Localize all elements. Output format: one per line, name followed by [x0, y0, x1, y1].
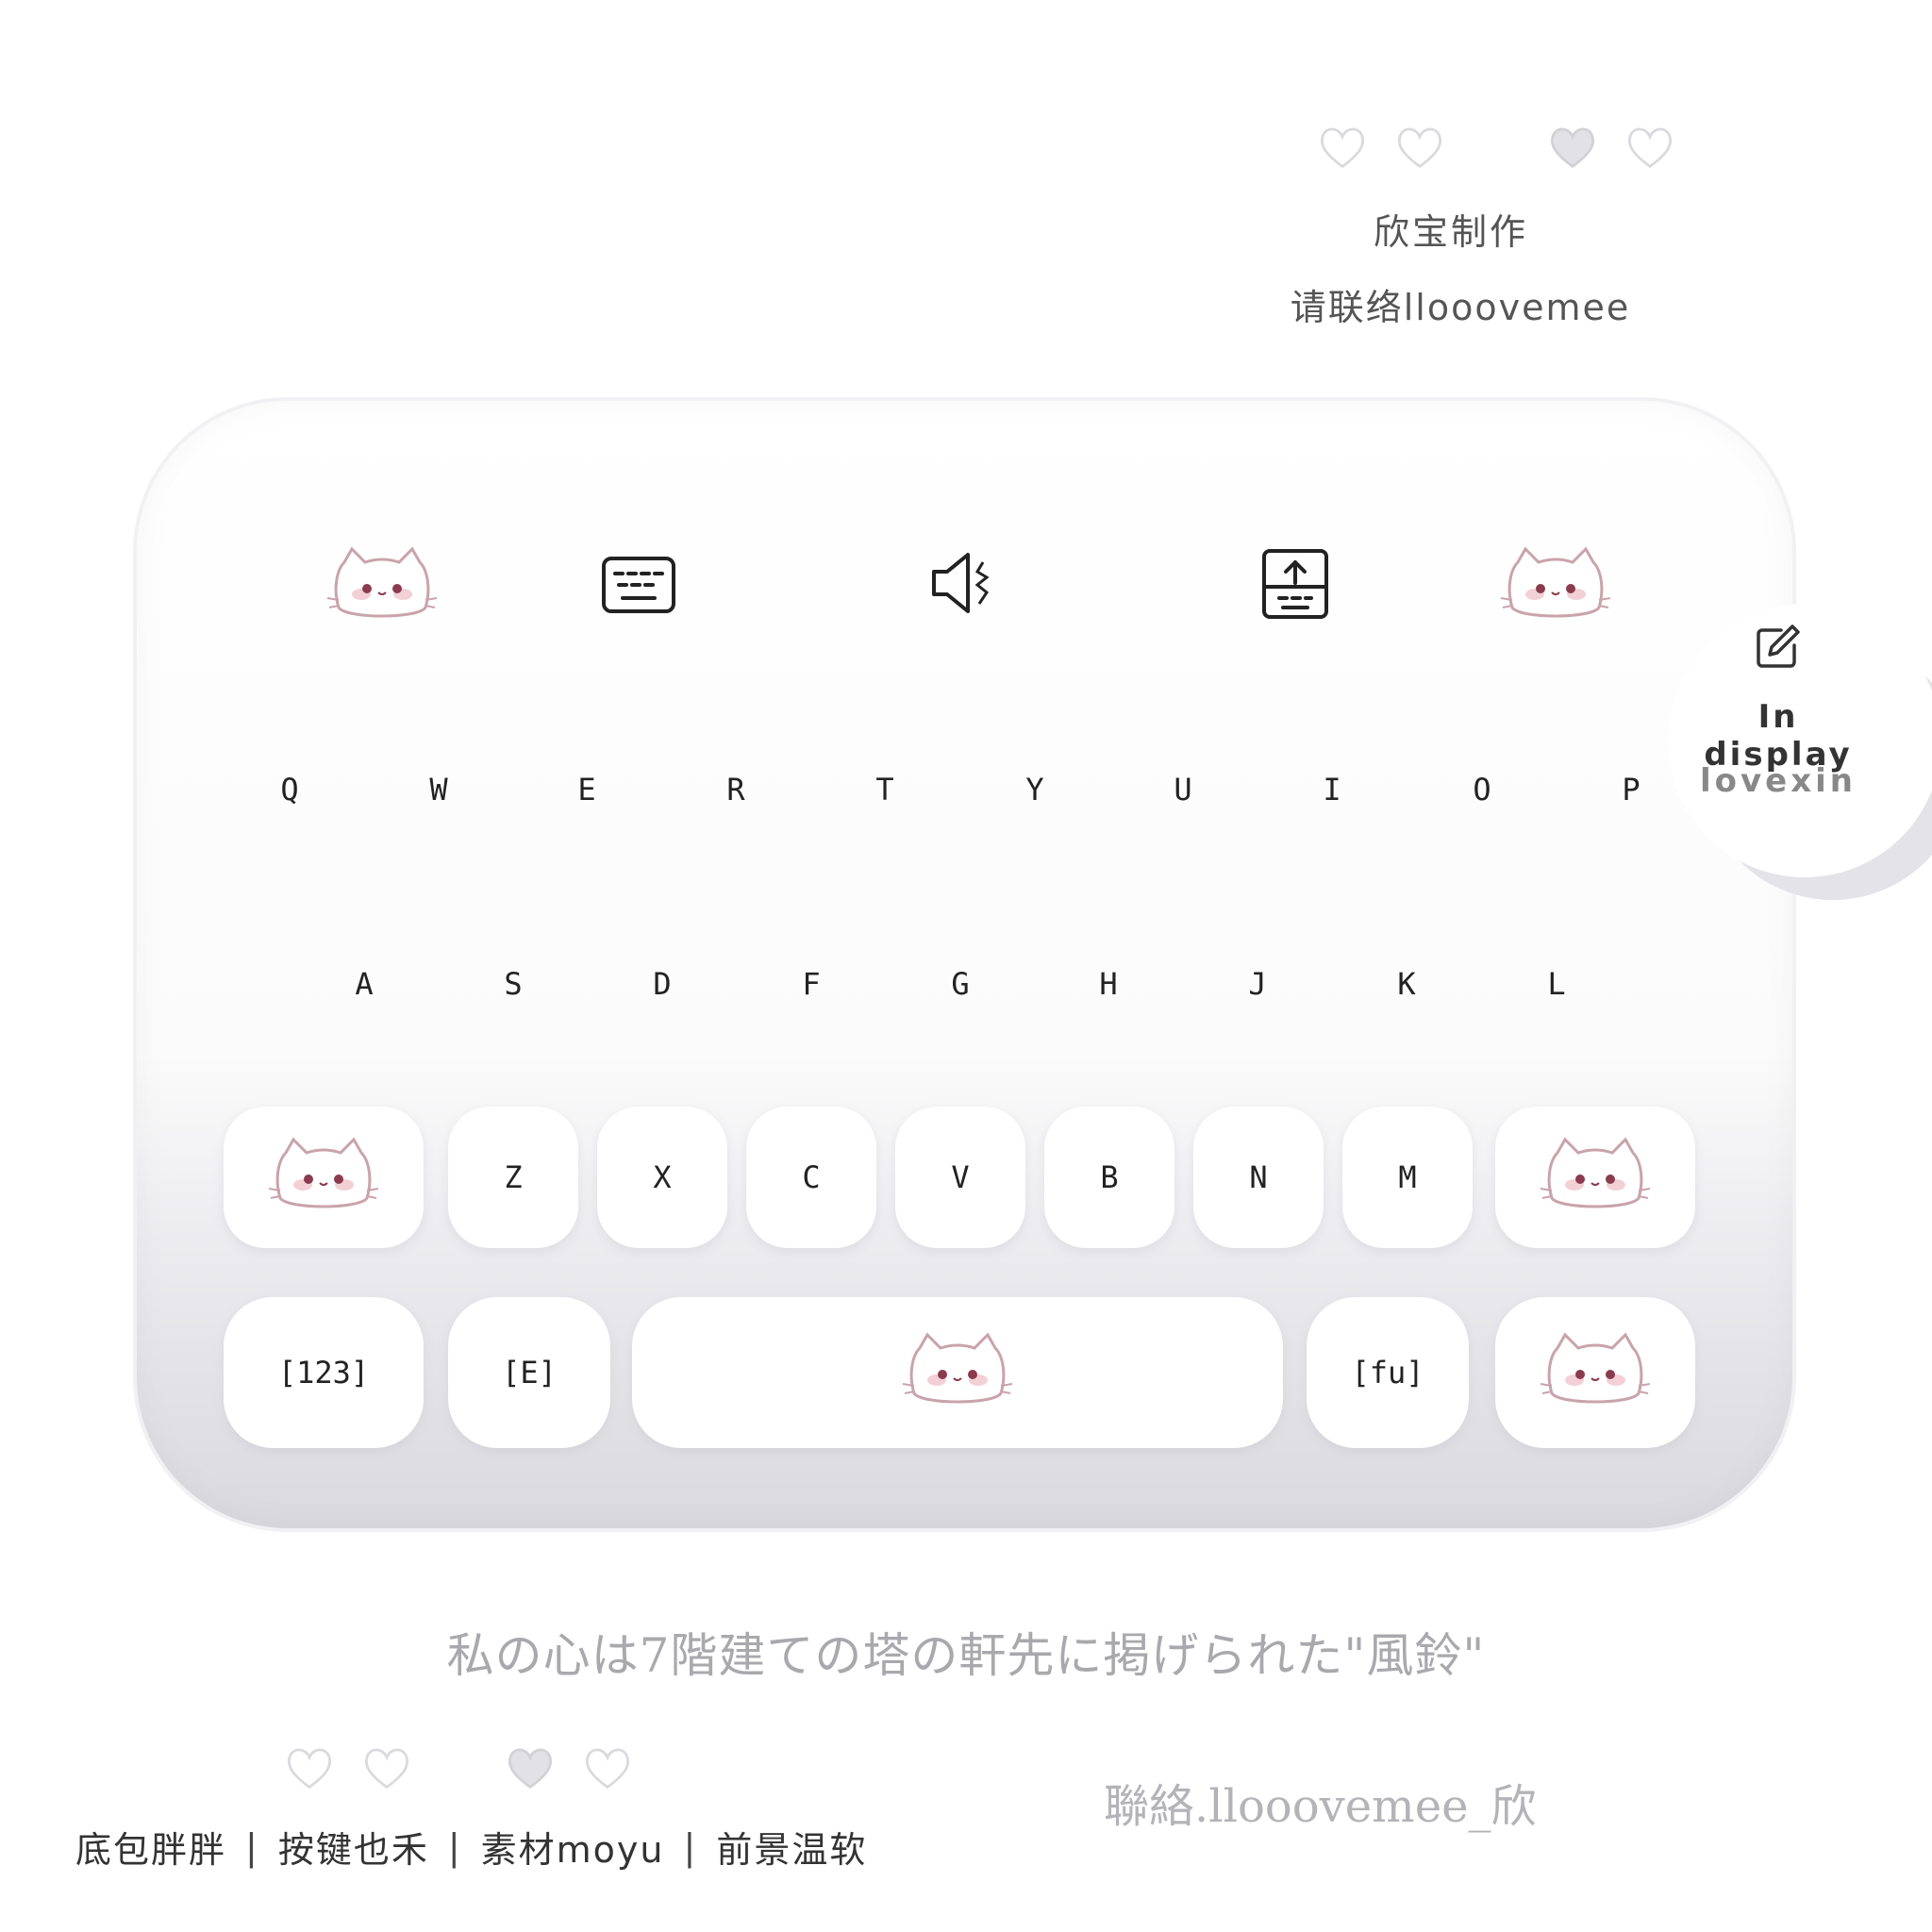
delete-key[interactable] [1495, 1107, 1695, 1248]
shift-key[interactable] [224, 1107, 424, 1248]
key-t[interactable]: T [828, 733, 941, 846]
speaker-icon [926, 545, 1008, 625]
key-s[interactable]: S [457, 927, 570, 1041]
key-q[interactable]: Q [233, 733, 346, 846]
heart-icon [581, 1743, 634, 1796]
toolbar-cat-right[interactable] [1490, 533, 1622, 637]
key-row-3: Z X C V B N M [137, 1107, 1792, 1248]
key-a[interactable]: A [308, 927, 421, 1041]
key-v[interactable]: V [895, 1107, 1025, 1248]
credit-item: 前景温软 [716, 1829, 868, 1871]
key-j[interactable]: J [1201, 927, 1314, 1041]
cat-icon [899, 1327, 1016, 1418]
keyboard-panel: Q W E R T Y U I O P A S D F G H J K L Z … [137, 401, 1792, 1528]
enter-key[interactable] [1495, 1297, 1695, 1448]
heart-icon [1624, 123, 1676, 175]
heart-icon [1393, 123, 1446, 175]
credit-contact: 请联络llooovemee [1290, 287, 1631, 328]
key-k[interactable]: K [1350, 927, 1463, 1041]
key-i[interactable]: I [1275, 733, 1389, 846]
heart-icon [504, 1743, 557, 1796]
quote-text: 私の心は7階建ての塔の軒先に掲げられた"風鈴" [446, 1628, 1486, 1683]
credit-separator: | [447, 1825, 462, 1868]
key-g[interactable]: G [904, 927, 1017, 1041]
key-b[interactable]: B [1044, 1107, 1174, 1248]
key-n[interactable]: N [1193, 1107, 1324, 1248]
toolbar-keyboard[interactable] [573, 533, 705, 637]
key-m[interactable]: M [1342, 1107, 1473, 1248]
decor-hearts-bottom [283, 1743, 634, 1796]
key-o[interactable]: O [1425, 733, 1539, 846]
numbers-key[interactable]: [123] [224, 1297, 424, 1448]
heart-icon [360, 1743, 413, 1796]
cat-icon [324, 541, 441, 628]
cat-icon [1537, 1327, 1654, 1418]
key-row-bottom: [123] [E] [fu] [137, 1297, 1792, 1448]
heart-icon [283, 1743, 336, 1796]
heart-icon [1316, 123, 1369, 175]
heart-icon [1546, 123, 1599, 175]
toolbar-sound[interactable] [901, 533, 1033, 637]
key-e[interactable]: E [530, 733, 643, 846]
credits-footer: 底包胖胖 | 按键也禾 | 素材moyu | 前景温软 [75, 1821, 867, 1873]
key-l[interactable]: L [1500, 927, 1613, 1041]
key-z[interactable]: Z [448, 1107, 578, 1248]
key-r[interactable]: R [679, 733, 792, 846]
credit-separator: | [245, 1825, 259, 1868]
key-u[interactable]: U [1126, 733, 1240, 846]
cat-icon [1497, 541, 1614, 628]
space-key[interactable] [632, 1297, 1283, 1448]
language-key[interactable]: [E] [448, 1297, 610, 1448]
key-f[interactable]: F [755, 927, 868, 1041]
side-display-subtitle: lovexin [1699, 762, 1857, 800]
keyboard-icon [598, 545, 679, 625]
contact-text: 聯絡.llooovemee_欣 [1104, 1780, 1537, 1833]
key-row-1: Q W E R T Y U I O P [137, 733, 1792, 846]
key-d[interactable]: D [606, 927, 719, 1041]
key-row-2: A S D F G H J K L [137, 927, 1792, 1041]
key-w[interactable]: W [382, 733, 495, 846]
key-x[interactable]: X [597, 1107, 727, 1248]
credit-maker: 欣宝制作 [1373, 211, 1528, 253]
key-h[interactable]: H [1052, 927, 1165, 1041]
credit-item: 素材moyu [480, 1829, 665, 1871]
symbols-key[interactable]: [fu] [1307, 1297, 1469, 1448]
cat-icon [265, 1132, 382, 1223]
toolbar-cat-left[interactable] [316, 533, 448, 637]
edit-icon[interactable] [1753, 623, 1809, 675]
upload-icon [1255, 545, 1336, 625]
credit-item: 按键也禾 [277, 1829, 429, 1871]
decor-hearts-top [1316, 123, 1676, 175]
toolbar-upload[interactable] [1229, 533, 1361, 637]
key-y[interactable]: Y [978, 733, 1091, 846]
cat-icon [1537, 1132, 1654, 1223]
credit-separator: | [683, 1825, 698, 1868]
credit-item: 底包胖胖 [75, 1829, 227, 1871]
key-c[interactable]: C [746, 1107, 876, 1248]
